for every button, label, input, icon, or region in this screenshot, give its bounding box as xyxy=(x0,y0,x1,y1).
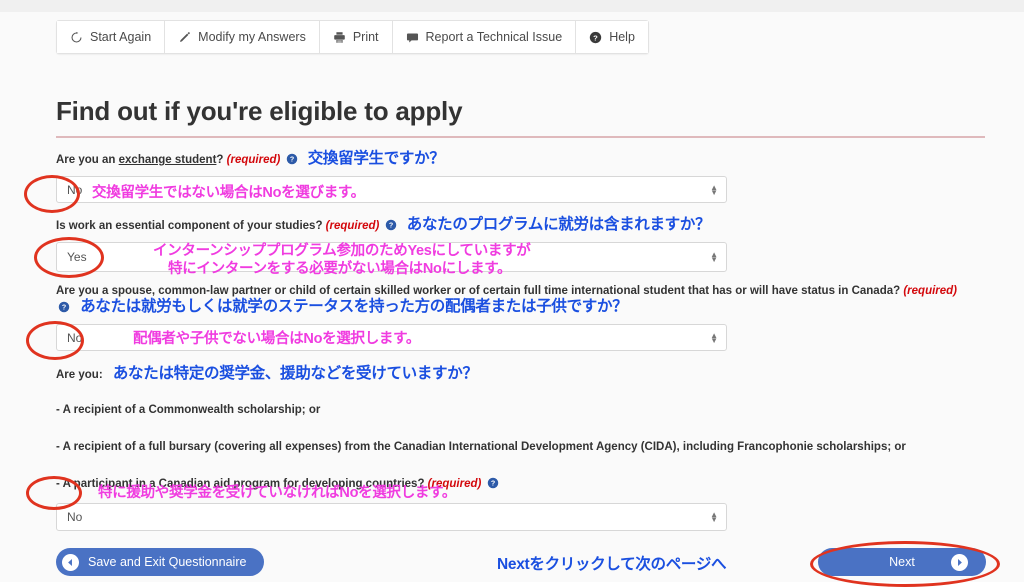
spouse-partner-child-select[interactable]: No ▲▼ xyxy=(56,324,727,351)
next-button-note: Nextをクリックして次のページへ xyxy=(497,552,726,574)
print-button[interactable]: Print xyxy=(320,21,393,53)
aid-program-select-value: No xyxy=(67,510,82,524)
question-1-jp-annotation: 交換留学生ですか？ xyxy=(308,150,445,167)
question-3-required: (required) xyxy=(903,285,957,297)
printer-icon xyxy=(333,31,346,44)
help-button[interactable]: ? Help xyxy=(576,21,648,53)
report-technical-issue-button[interactable]: Report a Technical Issue xyxy=(393,21,577,53)
question-1-text-pre: Are you an xyxy=(56,154,119,166)
question-2-text-pre: Is work an essential component of your s… xyxy=(56,220,326,232)
question-spouse-partner-child: Are you a spouse, common-law partner or … xyxy=(56,283,985,351)
start-again-label: Start Again xyxy=(90,30,151,44)
svg-text:?: ? xyxy=(593,33,598,42)
question-2-jp-annotation: あなたのプログラムに就労は含まれますか？ xyxy=(407,216,711,233)
select-stepper-icon: ▲▼ xyxy=(710,333,718,343)
start-again-button[interactable]: Start Again xyxy=(57,21,165,53)
question-are-you-group: Are you: あなたは特定の奨学金、援助などを受けていますか？ - A re… xyxy=(56,366,985,531)
question-2-label: Is work an essential component of your s… xyxy=(56,217,985,236)
aid-program-select[interactable]: No ▲▼ xyxy=(56,503,727,531)
main-content: Find out if you're eligible to apply Are… xyxy=(56,96,985,531)
arrow-left-circle-icon xyxy=(62,554,79,571)
question-circle-icon: ? xyxy=(589,31,602,44)
exchange-student-link[interactable]: exchange student xyxy=(119,154,217,166)
page-title: Find out if you're eligible to apply xyxy=(56,96,985,138)
browser-top-strip xyxy=(0,0,1024,12)
arrow-right-circle-icon xyxy=(951,554,968,571)
question-2-required: (required) xyxy=(326,220,380,232)
question-1-required: (required) xyxy=(227,154,281,166)
spouse-partner-child-select-value: No xyxy=(67,331,82,345)
modify-my-answers-label: Modify my Answers xyxy=(198,30,306,44)
work-essential-select-value: Yes xyxy=(67,250,87,264)
svg-text:?: ? xyxy=(62,304,66,312)
question-3-text-pre: Are you a spouse, common-law partner or … xyxy=(56,285,903,297)
are-you-bullet-3-text: - A participant in a Canadian aid progra… xyxy=(56,478,428,490)
select-stepper-icon: ▲▼ xyxy=(710,512,718,522)
question-3-help-icon[interactable]: ? xyxy=(58,301,70,318)
select-stepper-icon: ▲▼ xyxy=(710,252,718,262)
question-1-text-post: ? xyxy=(216,154,226,166)
are-you-jp-annotation: あなたは特定の奨学金、援助などを受けていますか？ xyxy=(113,365,478,382)
question-3-jp-annotation: あなたは就労もしくは就学のステータスを持った方の配偶者または子供ですか？ xyxy=(80,298,627,315)
question-3-label: Are you a spouse, common-law partner or … xyxy=(56,283,971,318)
next-button[interactable]: Next xyxy=(818,548,986,576)
are-you-help-icon[interactable]: ? xyxy=(487,477,499,495)
work-essential-select[interactable]: Yes ▲▼ xyxy=(56,242,727,272)
save-and-exit-label: Save and Exit Questionnaire xyxy=(88,555,246,569)
are-you-label: Are you: あなたは特定の奨学金、援助などを受けていますか？ xyxy=(56,366,985,383)
pencil-icon xyxy=(178,31,191,44)
modify-my-answers-button[interactable]: Modify my Answers xyxy=(165,21,320,53)
select-stepper-icon: ▲▼ xyxy=(710,185,718,195)
save-and-exit-questionnaire-button[interactable]: Save and Exit Questionnaire xyxy=(56,548,264,576)
svg-text:?: ? xyxy=(490,480,494,488)
question-exchange-student: Are you an exchange student? (required) … xyxy=(56,151,985,203)
speech-bubble-icon xyxy=(406,31,419,44)
report-technical-issue-label: Report a Technical Issue xyxy=(426,30,563,44)
question-2-help-icon[interactable]: ? xyxy=(385,219,397,236)
question-work-essential: Is work an essential component of your s… xyxy=(56,217,985,272)
are-you-label-text: Are you: xyxy=(56,369,103,381)
are-you-bullet-2: - A recipient of a full bursary (coverin… xyxy=(56,439,946,456)
svg-text:?: ? xyxy=(289,156,293,164)
are-you-required: (required) xyxy=(428,478,482,490)
svg-text:?: ? xyxy=(388,222,392,230)
question-1-help-icon[interactable]: ? xyxy=(286,153,298,170)
are-you-bullet-3: - A participant in a Canadian aid progra… xyxy=(56,476,985,495)
print-label: Print xyxy=(353,30,379,44)
action-toolbar: Start Again Modify my Answers Print xyxy=(56,20,649,54)
exchange-student-select[interactable]: No ▲▼ xyxy=(56,176,727,203)
next-label: Next xyxy=(889,555,915,569)
refresh-icon xyxy=(70,31,83,44)
question-1-label: Are you an exchange student? (required) … xyxy=(56,151,985,170)
help-label: Help xyxy=(609,30,635,44)
are-you-bullet-1: - A recipient of a Commonwealth scholars… xyxy=(56,402,985,419)
exchange-student-select-value: No xyxy=(67,183,82,197)
